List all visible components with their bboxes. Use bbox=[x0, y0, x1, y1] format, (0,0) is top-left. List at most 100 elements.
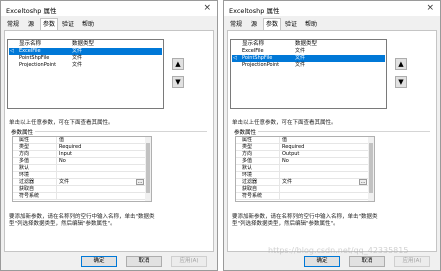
property-row[interactable]: 环境 bbox=[13, 172, 145, 179]
apply-button[interactable]: 应用(A) bbox=[394, 256, 430, 267]
ok-button[interactable]: 确定 bbox=[304, 256, 340, 267]
property-row[interactable]: 类型 Required bbox=[236, 144, 368, 151]
tab-validation[interactable]: 验证 bbox=[284, 19, 298, 30]
property-key: 类型 bbox=[19, 144, 30, 150]
property-key: 多值 bbox=[242, 158, 253, 164]
properties-dialog-1: Exceltoshp 属性 × 常规 源 参数 验证 帮助 显示名称 数据类型 … bbox=[0, 0, 218, 271]
parameter-type: 文件 bbox=[295, 48, 306, 54]
column-divider bbox=[279, 144, 280, 151]
dialog-title: Exceltoshp 属性 bbox=[6, 7, 57, 15]
parameter-row[interactable]: ProjectionPoint 文件 bbox=[9, 62, 162, 69]
tab-general[interactable]: 常规 bbox=[229, 19, 243, 30]
property-row[interactable]: 符号系统 bbox=[236, 193, 368, 200]
parameter-list[interactable]: 显示名称 数据类型 ◁ ExcelFile 文件 PointShpFile 文件… bbox=[7, 39, 164, 109]
property-row[interactable]: 属性 值 bbox=[13, 137, 145, 144]
cancel-button[interactable]: 取消 bbox=[349, 256, 385, 267]
tab-help[interactable]: 帮助 bbox=[81, 19, 95, 30]
property-row[interactable]: 过滤器 文件... bbox=[236, 179, 368, 186]
tab-general[interactable]: 常规 bbox=[6, 19, 20, 30]
arrow-up-icon: ▲ bbox=[398, 60, 404, 68]
parameter-row[interactable]: ExcelFile 文件 bbox=[232, 48, 385, 55]
parameter-name: ExcelFile bbox=[19, 48, 41, 54]
parameter-row[interactable]: ProjectionPoint 文件 bbox=[232, 62, 385, 69]
property-row[interactable]: 获取自 bbox=[13, 186, 145, 193]
instructions-text: 要添加新参数，请在名称列的空行中输入名称，单击"数据类型"列选择数据类型，然后编… bbox=[232, 214, 378, 227]
ok-button[interactable]: 确定 bbox=[81, 256, 117, 267]
property-row[interactable]: 环境 bbox=[236, 172, 368, 179]
property-row[interactable]: 多值 No bbox=[13, 158, 145, 165]
property-grid[interactable]: 属性 值 类型 Required 方向 Output 多值 No 默认 环境 过滤器 文件… bbox=[235, 136, 375, 202]
arrow-down-icon: ▼ bbox=[398, 78, 404, 86]
property-row[interactable]: 属性 值 bbox=[236, 137, 368, 144]
parameter-type: 文件 bbox=[295, 62, 306, 68]
property-key: 多值 bbox=[19, 158, 30, 164]
property-row[interactable]: 获取自 bbox=[236, 186, 368, 193]
parameter-row[interactable]: PointShpFile 文件 bbox=[9, 55, 162, 62]
column-header-name[interactable]: 显示名称 bbox=[242, 40, 264, 48]
column-divider bbox=[279, 151, 280, 158]
column-divider bbox=[279, 172, 280, 179]
parameter-row[interactable]: ◁ ExcelFile 文件 bbox=[9, 48, 162, 55]
browse-button[interactable]: ... bbox=[359, 179, 367, 185]
property-key: 获取自 bbox=[19, 186, 35, 192]
arrow-up-icon: ▲ bbox=[175, 60, 181, 68]
property-value: Required bbox=[282, 144, 305, 150]
parameter-name: ProjectionPoint bbox=[19, 62, 57, 68]
column-divider bbox=[56, 151, 57, 158]
title-bar: Exceltoshp 属性 × bbox=[224, 1, 440, 16]
tab-help[interactable]: 帮助 bbox=[304, 19, 318, 30]
property-key: 方向 bbox=[242, 151, 253, 157]
tab-parameters[interactable]: 参数 bbox=[40, 18, 58, 30]
selected-row-icon: ◁ bbox=[233, 55, 237, 61]
property-value: No bbox=[59, 158, 66, 164]
tab-parameters[interactable]: 参数 bbox=[263, 18, 281, 30]
property-row[interactable]: 方向 Output bbox=[236, 151, 368, 158]
scrollbar-thumb[interactable] bbox=[146, 143, 150, 193]
tab-source[interactable]: 源 bbox=[249, 19, 259, 30]
property-grid[interactable]: 属性 值 类型 Required 方向 Input 多值 No 默认 环境 过滤器 文件.… bbox=[12, 136, 152, 202]
cancel-button[interactable]: 取消 bbox=[126, 256, 162, 267]
parameter-row[interactable]: ◁ PointShpFile 文件 bbox=[232, 55, 385, 62]
property-key: 类型 bbox=[242, 144, 253, 150]
tab-validation[interactable]: 验证 bbox=[61, 19, 75, 30]
property-row[interactable]: 符号系统 bbox=[13, 193, 145, 200]
column-header-type[interactable]: 数据类型 bbox=[295, 40, 317, 48]
column-header-type[interactable]: 数据类型 bbox=[72, 40, 94, 48]
property-row[interactable]: 默认 bbox=[236, 165, 368, 172]
move-down-button[interactable]: ▼ bbox=[395, 76, 407, 88]
property-key: 属性 bbox=[242, 137, 253, 143]
property-row[interactable]: 过滤器 文件... bbox=[13, 179, 145, 186]
group-divider bbox=[35, 131, 207, 132]
column-header-name[interactable]: 显示名称 bbox=[19, 40, 41, 48]
move-up-button[interactable]: ▲ bbox=[172, 58, 184, 70]
vertical-scrollbar[interactable] bbox=[368, 137, 374, 201]
vertical-scrollbar[interactable] bbox=[145, 137, 151, 201]
parameter-hint: 单击以上任意参数，可在下面查看其属性。 bbox=[232, 120, 337, 126]
column-divider bbox=[56, 144, 57, 151]
column-divider bbox=[279, 137, 280, 144]
property-row[interactable]: 方向 Input bbox=[13, 151, 145, 158]
property-value: Input bbox=[59, 151, 72, 157]
property-key: 符号系统 bbox=[19, 193, 40, 199]
title-bar: Exceltoshp 属性 × bbox=[1, 1, 217, 16]
browse-button[interactable]: ... bbox=[136, 179, 144, 185]
parameter-name: PointShpFile bbox=[19, 55, 50, 61]
parameter-type: 文件 bbox=[72, 62, 83, 68]
property-row[interactable]: 多值 No bbox=[236, 158, 368, 165]
scrollbar-thumb[interactable] bbox=[369, 143, 373, 193]
tab-source[interactable]: 源 bbox=[26, 19, 36, 30]
move-down-button[interactable]: ▼ bbox=[172, 76, 184, 88]
parameter-list[interactable]: 显示名称 数据类型 ExcelFile 文件 ◁ PointShpFile 文件… bbox=[230, 39, 387, 109]
property-key: 方向 bbox=[19, 151, 30, 157]
move-up-button[interactable]: ▲ bbox=[395, 58, 407, 70]
close-icon[interactable]: × bbox=[203, 3, 211, 13]
close-icon[interactable]: × bbox=[426, 3, 434, 13]
column-divider bbox=[56, 137, 57, 144]
apply-button[interactable]: 应用(A) bbox=[171, 256, 207, 267]
property-row[interactable]: 类型 Required bbox=[13, 144, 145, 151]
property-row[interactable]: 默认 bbox=[13, 165, 145, 172]
column-divider bbox=[56, 165, 57, 172]
column-divider bbox=[279, 193, 280, 200]
parameter-type: 文件 bbox=[295, 55, 306, 61]
property-key: 获取自 bbox=[242, 186, 258, 192]
